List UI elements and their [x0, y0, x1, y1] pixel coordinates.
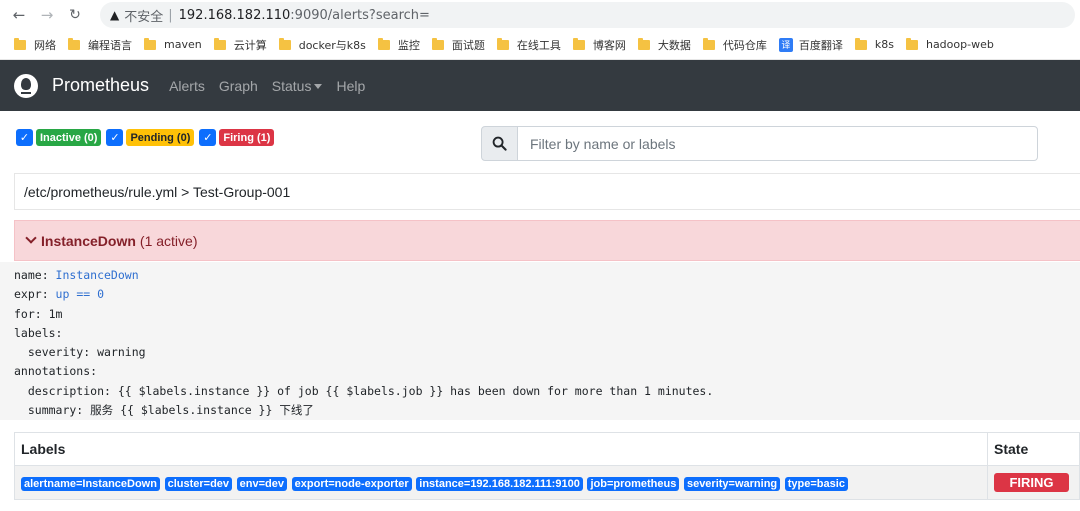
bookmark-k8s[interactable]: k8s — [854, 37, 894, 51]
state-column-header: State — [987, 432, 1080, 466]
firing-checkbox[interactable]: ✓ — [199, 129, 217, 146]
pending-checkbox[interactable]: ✓ — [106, 129, 124, 146]
search-group: Filter by name or labels — [481, 126, 1038, 161]
alert-active-count: (1 active) — [139, 232, 198, 249]
rule-annotations-line: annotations: — [14, 364, 98, 379]
label-badge: export=node-exporter — [291, 476, 412, 491]
address-bar[interactable]: ▲ 不安全 | 192.168.182.110:9090/alerts?sear… — [100, 2, 1075, 28]
browser-toolbar: ← → ↻ ▲ 不安全 | 192.168.182.110:9090/alert… — [0, 0, 1080, 30]
folder-icon — [14, 37, 26, 50]
bookmark-hadoop-web[interactable]: hadoop-web — [905, 37, 994, 51]
label-badge: cluster=dev — [164, 476, 233, 491]
rule-name-link[interactable]: InstanceDown — [56, 268, 139, 282]
rule-for-line: for: 1m — [14, 306, 63, 321]
bookmark-cloud[interactable]: 云计算 — [213, 37, 267, 53]
bookmark-network[interactable]: 网络 — [14, 37, 56, 53]
alert-rule-header[interactable]: InstanceDown (1 active) — [14, 220, 1080, 261]
folder-icon — [278, 37, 291, 50]
inactive-badge[interactable]: Inactive (0) — [36, 129, 102, 146]
nav-help[interactable]: Help — [336, 78, 365, 94]
warning-triangle-icon[interactable]: ▲ — [110, 8, 119, 22]
folder-icon — [854, 37, 867, 50]
search-icon[interactable] — [481, 126, 518, 161]
url-path: :9090/alerts?search= — [290, 7, 430, 23]
rule-description-line: description: {{ $labels.instance }} of j… — [14, 383, 714, 398]
rule-expr-link[interactable]: up == 0 — [56, 287, 104, 301]
rule-expr-line: expr: up == 0 — [14, 287, 105, 302]
rule-severity-line: severity: warning — [14, 345, 146, 360]
labels-cell: alertname=InstanceDown cluster=dev env=d… — [14, 465, 988, 500]
label-badge: severity=warning — [683, 476, 781, 491]
label-badge: instance=192.168.182.111:9100 — [416, 476, 583, 491]
folder-icon — [637, 37, 650, 50]
back-arrow-icon[interactable]: ← — [8, 4, 30, 26]
alert-name: InstanceDown — [41, 232, 136, 249]
bookmark-programming[interactable]: 编程语言 — [68, 37, 132, 53]
brand-title[interactable]: Prometheus — [52, 75, 149, 96]
bookmarks-bar: 网络 编程语言 maven 云计算 docker与k8s 监控 面试题 在线工具… — [0, 30, 1080, 60]
prometheus-logo-icon[interactable] — [14, 73, 38, 98]
bookmark-baidu-translate[interactable]: 译百度翻译 — [778, 37, 843, 53]
chevron-down-icon[interactable] — [25, 232, 37, 244]
folder-icon — [702, 37, 715, 50]
rule-summary-line: summary: 服务 {{ $labels.instance }} 下线了 — [14, 403, 314, 418]
nav-graph[interactable]: Graph — [219, 78, 258, 94]
state-cell: FIRING — [987, 465, 1080, 500]
translate-icon: 译 — [778, 37, 793, 52]
label-badge: alertname=InstanceDown — [21, 476, 160, 491]
folder-icon — [68, 37, 80, 50]
prometheus-navbar: Prometheus Alerts Graph Status Help — [0, 60, 1080, 111]
inactive-checkbox[interactable]: ✓ — [16, 129, 33, 146]
bookmark-interview[interactable]: 面试题 — [431, 37, 485, 53]
folder-icon — [377, 37, 390, 50]
labels-column-header: Labels — [14, 432, 988, 466]
bookmark-bigdata[interactable]: 大数据 — [637, 37, 691, 53]
bookmark-online-tools[interactable]: 在线工具 — [496, 37, 561, 53]
insecure-label[interactable]: 不安全 — [124, 6, 163, 25]
bookmark-docker-k8s[interactable]: docker与k8s — [278, 37, 366, 53]
nav-alerts[interactable]: Alerts — [169, 78, 205, 94]
rule-definition: name: InstanceDown expr: up == 0 for: 1m… — [0, 262, 1080, 420]
firing-badge[interactable]: Firing (1) — [219, 129, 275, 146]
rule-name-line: name: InstanceDown — [14, 268, 139, 282]
folder-icon — [431, 37, 444, 50]
address-separator: | — [168, 7, 173, 23]
bookmark-blogs[interactable]: 博客网 — [572, 37, 626, 53]
pending-badge[interactable]: Pending (0) — [126, 129, 195, 146]
label-badge: job=prometheus — [587, 476, 680, 491]
bookmark-monitoring[interactable]: 监控 — [377, 37, 420, 53]
folder-icon — [213, 37, 226, 50]
search-input[interactable]: Filter by name or labels — [518, 126, 1038, 161]
alerts-table: Labels State alertname=InstanceDown clus… — [14, 432, 1080, 500]
table-header-row: Labels State — [14, 432, 1080, 466]
reload-icon[interactable]: ↻ — [64, 4, 86, 26]
url-host: 192.168.182.110 — [178, 7, 291, 23]
table-row: alertname=InstanceDown cluster=dev env=d… — [14, 465, 1080, 500]
state-badge: FIRING — [994, 473, 1069, 492]
folder-icon — [496, 37, 509, 50]
bookmark-code-repo[interactable]: 代码仓库 — [702, 37, 767, 53]
label-badge: env=dev — [236, 476, 288, 491]
folder-icon — [572, 37, 585, 50]
label-badge: type=basic — [784, 476, 848, 491]
folder-icon — [144, 37, 156, 50]
folder-icon — [905, 37, 918, 50]
bookmark-maven[interactable]: maven — [144, 37, 202, 51]
rule-group-header: /etc/prometheus/rule.yml > Test-Group-00… — [14, 173, 1080, 210]
forward-arrow-icon[interactable]: → — [36, 4, 58, 26]
caret-down-icon — [314, 84, 323, 90]
state-filters: ✓ Inactive (0) ✓ Pending (0) ✓ Firing (1… — [16, 129, 279, 146]
rule-labels-line: labels: — [14, 325, 63, 340]
nav-status-dropdown[interactable]: Status — [272, 78, 323, 94]
